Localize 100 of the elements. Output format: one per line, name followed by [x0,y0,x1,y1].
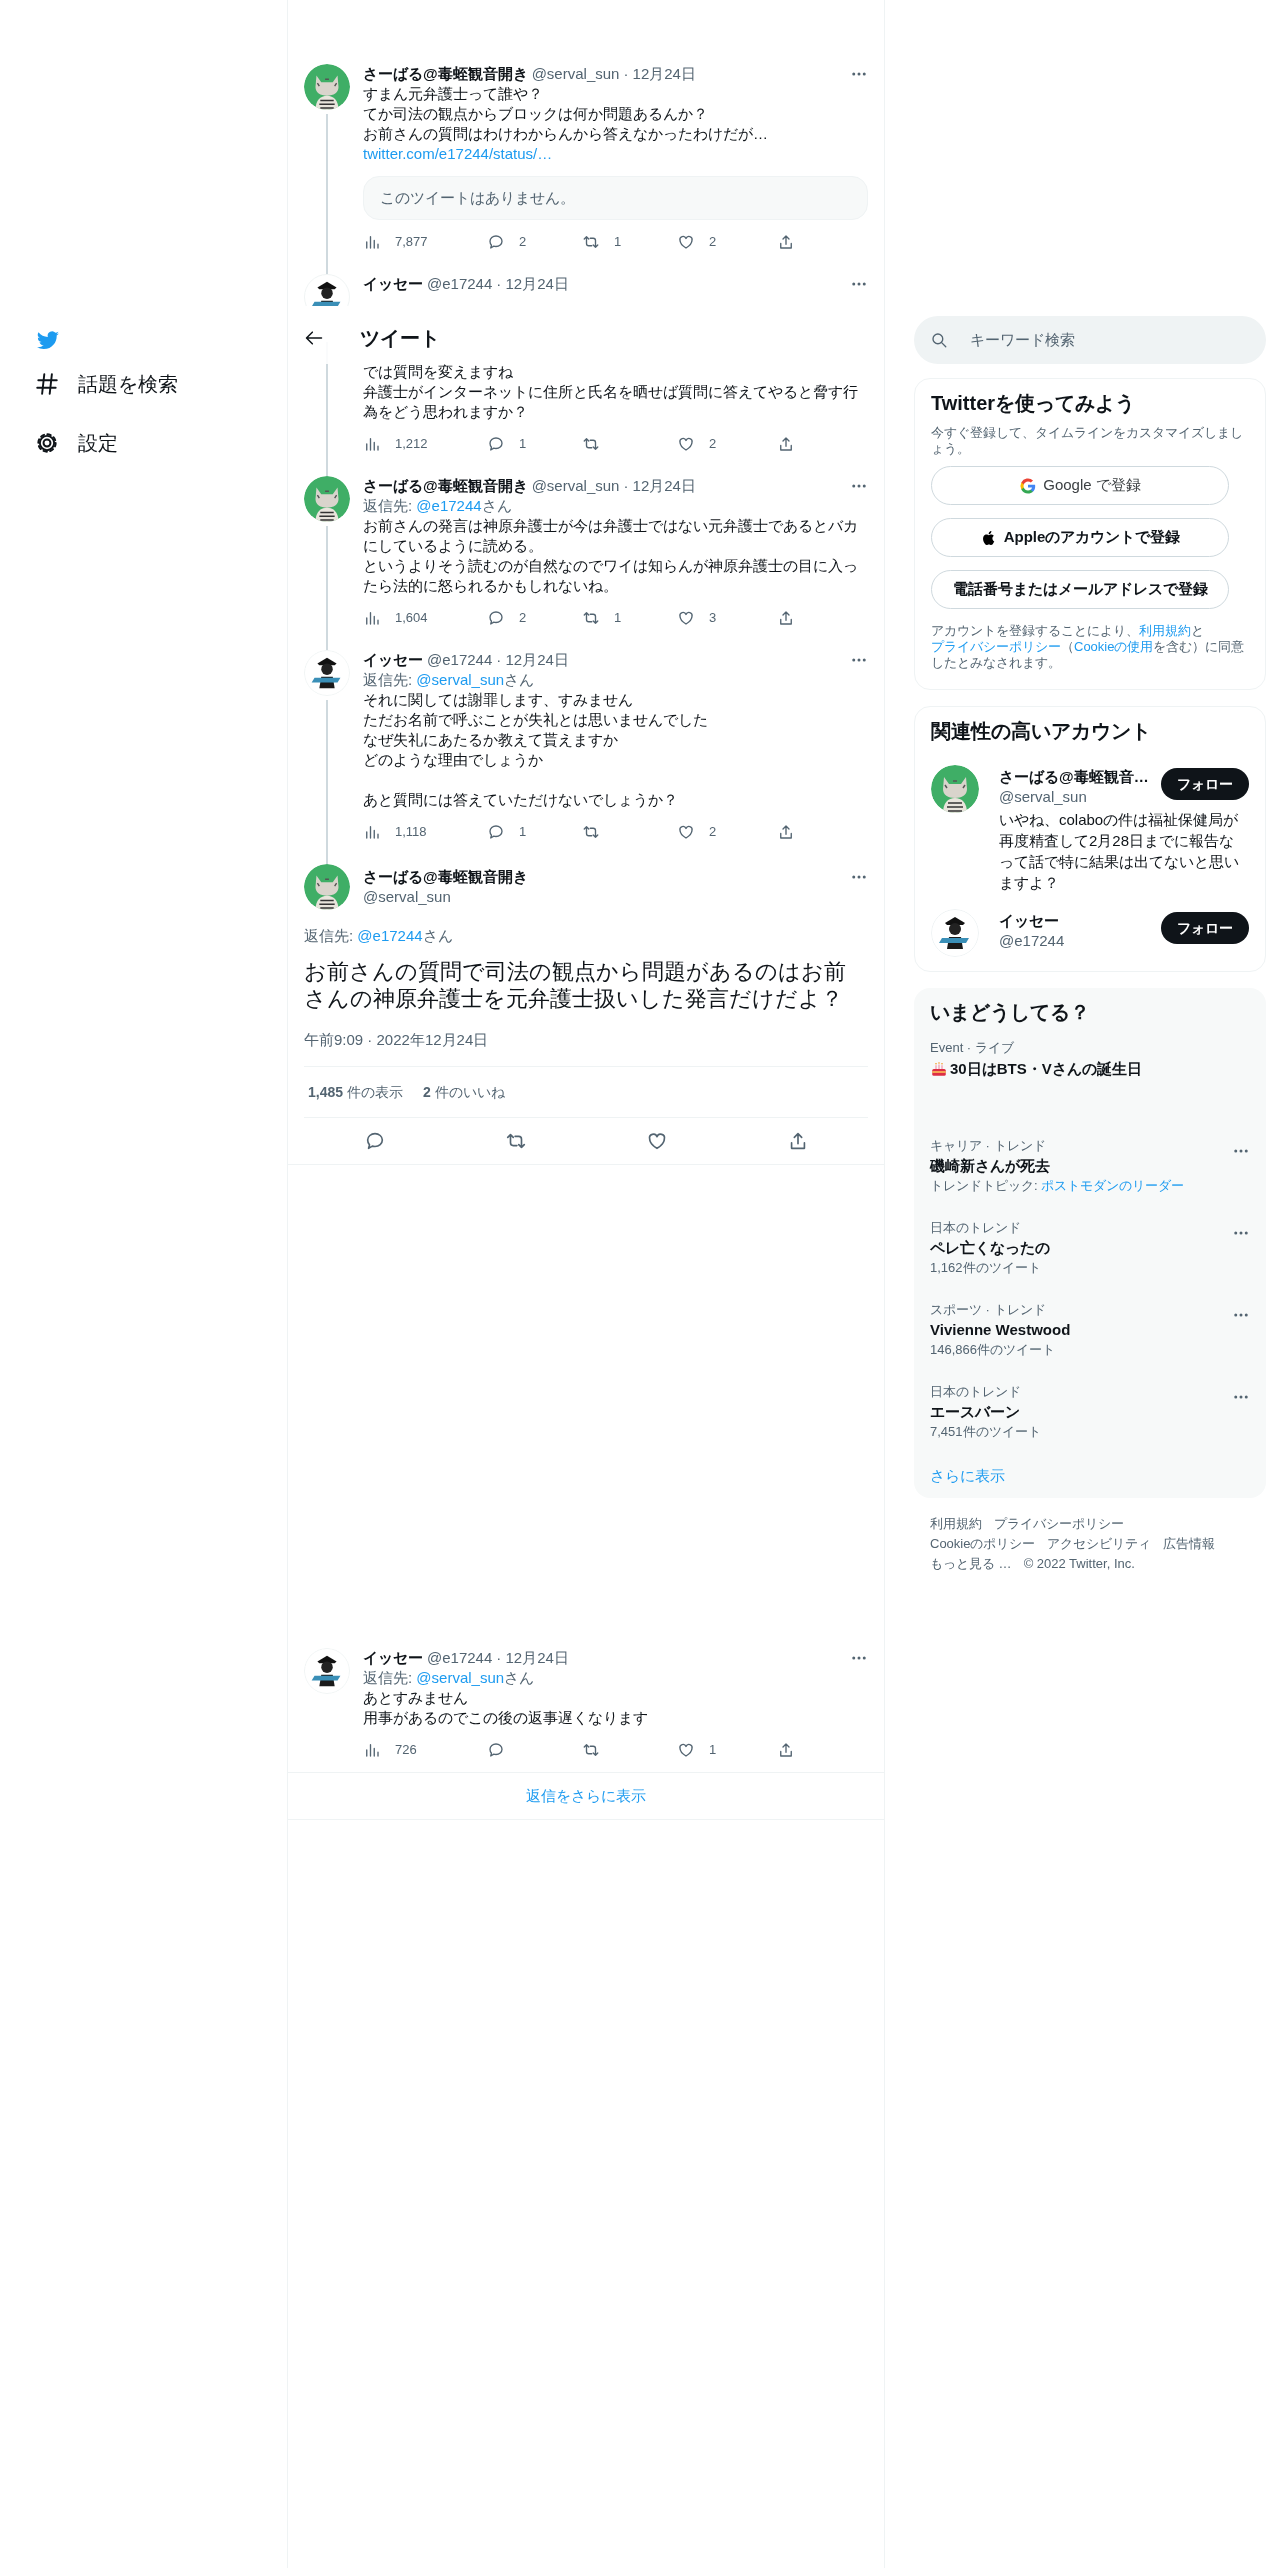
footer-link[interactable]: 利用規約 [930,1514,982,1534]
reply-button[interactable]: 1 [487,822,582,842]
footer-link[interactable]: プライバシーポリシー [994,1514,1124,1534]
trend-title[interactable]: エースバーン [930,1402,1232,1422]
legal-notice: アカウントを登録することにより、利用規約 と プライバシーポリシー（Cookieの使用を含む）に同意したとみなされます。 [931,623,1246,671]
footer-link[interactable]: 広告情報 [1163,1534,1216,1554]
retweet-icon [582,435,600,453]
like-button[interactable]: 1 [677,1740,777,1760]
footer-link[interactable]: もっと見る … [930,1554,1012,1574]
cat-avatar[interactable] [304,476,350,522]
reply-button[interactable]: 2 [487,232,582,252]
sidebar-item[interactable]: 設定 [0,413,287,472]
tweet-count: 7,451件のツイート [930,1424,1042,1440]
speech-bubble-icon [487,435,505,453]
footer-link[interactable]: アクセシビリティ [1047,1534,1152,1554]
trend-topic: トレンドトピック: ポストモダンのリーダー [930,1178,1186,1194]
footer-link[interactable]: © 2022 Twitter, Inc. [1023,1554,1135,1574]
cake-icon [930,1060,948,1078]
figure-avatar[interactable] [304,274,350,306]
bar-chart-icon [363,233,381,251]
tweet-text: お前さんの質問はわけわからんから答えなかったわけだが… [363,124,769,144]
sidebar-item[interactable]: 話題を検索 [0,354,287,413]
tweet-count: 1,162件のツイート [930,1260,1042,1276]
author-name[interactable]: さーばる@毒蛭観音開き [363,474,528,498]
reply-to-text: 返信先: @serval_sunさん [363,1668,536,1688]
author-name[interactable]: さーばる@毒蛭観音開き [363,62,528,86]
figure-avatar[interactable] [931,909,979,957]
footer-link[interactable]: Cookieのポリシー [930,1534,1036,1554]
retweet-button[interactable]: 1 [582,232,677,252]
author-handle[interactable]: @serval_sun [531,62,620,86]
heart-icon [677,823,695,841]
account-name[interactable]: イッセー [999,909,1161,931]
follow-button[interactable]: フォロー [1161,912,1249,944]
trend-category: キャリア · トレンド [930,1138,1047,1154]
like-button[interactable]: 2 [677,232,777,252]
like-button[interactable]: 2 [677,822,777,842]
author-handle[interactable]: @e17244 [427,272,493,296]
views-button[interactable]: 1,604 [363,608,487,628]
views-button[interactable]: 726 [363,1740,487,1760]
reply-to-text: 返信先: @e17244さん [304,926,454,946]
share-icon [777,823,795,841]
reply-button[interactable]: 2 [487,608,582,628]
heart-icon [677,233,695,251]
retweet-button[interactable]: 1 [582,608,677,628]
bar-chart-icon [363,435,381,453]
author-handle[interactable]: @serval_sun [531,474,620,498]
engagement-count[interactable]: 1,485 件の表示 [308,1082,403,1102]
author-handle[interactable]: @e17244 [427,648,493,672]
heart-icon [677,609,695,627]
author-name[interactable]: さーばる@毒蛭観音開き [363,864,837,887]
cat-avatar[interactable] [304,64,350,110]
follow-button[interactable]: フォロー [1161,768,1249,800]
tweet-text: 用事があるのでこの後の返事遅くなります [363,1708,649,1728]
cat-avatar[interactable] [304,864,350,910]
author-name[interactable]: イッセー [363,1646,423,1670]
views-button[interactable]: 1,118 [363,822,487,842]
google-g-icon [1019,476,1038,495]
like-button[interactable]: 3 [677,608,777,628]
heart-icon [677,435,695,453]
speech-bubble-icon [487,609,505,627]
search-field[interactable]: キーワード検索 [914,316,1266,364]
bar-chart-icon [363,609,381,627]
account-handle[interactable]: @e17244 [999,931,1161,951]
share-icon [777,1741,795,1759]
page-title: ツイート [360,325,440,351]
figure-avatar[interactable] [304,650,350,696]
trend-title[interactable]: 30日はBTS・Vさんの誕生日 [930,1059,1250,1079]
trend-title[interactable]: Vivienne Westwood [930,1320,1232,1340]
engagement-count[interactable]: 2 件のいいね [422,1082,505,1102]
share-icon [777,609,795,627]
tweet-date[interactable]: · 12月24日 [496,1646,569,1670]
views-button[interactable]: 7,877 [363,232,487,252]
tweet-date[interactable]: · 12月24日 [496,272,569,296]
bar-chart-icon [363,1741,381,1759]
figure-avatar[interactable] [304,1648,350,1694]
cat-avatar[interactable] [931,765,979,813]
like-button[interactable]: 2 [677,434,777,454]
tweet-date[interactable]: · 12月24日 [623,62,696,86]
trend-title[interactable]: 磯崎新さんが死去 [930,1156,1232,1176]
tweet-date[interactable]: · 12月24日 [496,648,569,672]
speech-bubble-icon [487,823,505,841]
account-name[interactable]: さーばる@毒蛭観音… [999,765,1161,787]
reply-to-text: 返信先: @e17244さん [363,496,513,516]
tweet-date[interactable]: · 12月24日 [623,474,696,498]
author-handle[interactable]: @e17244 [427,1646,493,1670]
reply-button[interactable]: 1 [487,434,582,454]
search-input[interactable]: キーワード検索 [970,328,1250,352]
tweet-count: 146,866件のツイート [930,1342,1056,1358]
author-name[interactable]: イッセー [363,648,423,672]
views-button[interactable]: 1,212 [363,434,487,454]
tweet-text: どのような理由でしょうか [363,750,544,770]
account-handle[interactable]: @serval_sun [999,787,1161,807]
account-bio: いやね、colaboの件は福祉保健局が再度精査して2月28日までに報告なって話で特に結果は出てないと思いますよ？ [999,810,1240,893]
card-title: いまどうしてる？ [929,1000,1091,1024]
tweet-timestamp[interactable]: 午前9:09 · 2022年12月24日 [304,1030,868,1050]
author-handle[interactable]: @serval_sun [363,887,837,907]
trend-title[interactable]: ペレ亡くなったの [930,1238,1232,1258]
speech-bubble-icon [487,233,505,251]
author-name[interactable]: イッセー [363,272,423,296]
tweet-text: それに関しては謝罪します、すみません [363,690,634,710]
